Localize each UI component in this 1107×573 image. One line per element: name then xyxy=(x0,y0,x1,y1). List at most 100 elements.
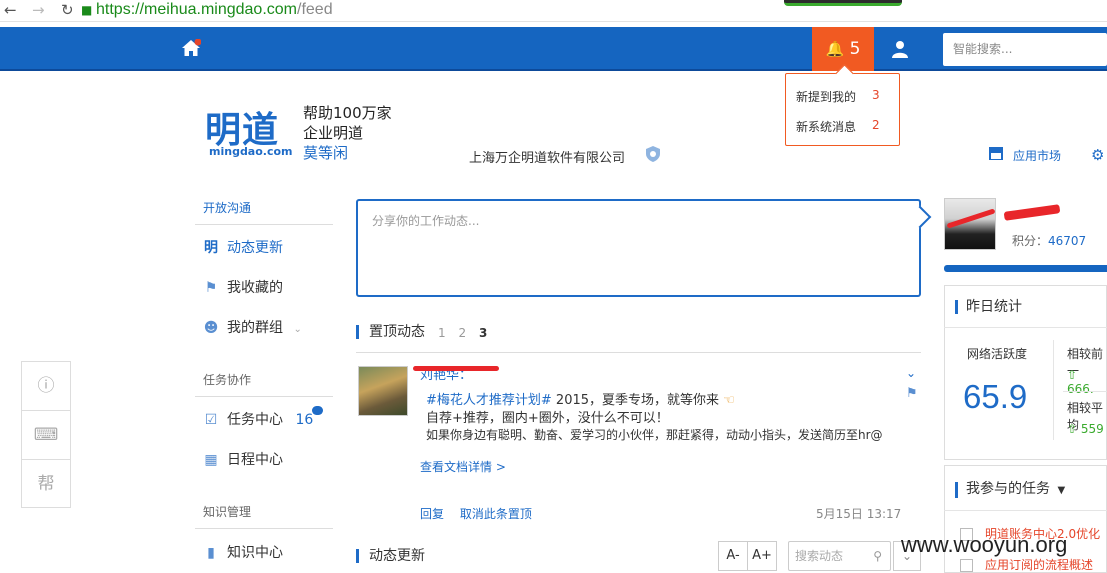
page-link-1[interactable]: 1 xyxy=(438,326,446,340)
notif-mentions-label: 新提到我的 xyxy=(796,90,857,104)
task-checkbox[interactable] xyxy=(960,559,973,572)
watermark-text: www.wooyun.org xyxy=(901,532,1068,557)
address-bar[interactable]: https://meihua.mingdao.com/feed xyxy=(96,0,333,20)
redaction-mark xyxy=(413,366,499,371)
reload-icon[interactable]: ↻ xyxy=(61,1,74,19)
mingdao-logo-subtext: mingdao.com xyxy=(209,145,293,158)
task-count-badge: 16 xyxy=(295,412,314,428)
post-line-1: #梅花人才推荐计划# 2015，夏季专场，就等你来 ☜ xyxy=(426,389,735,408)
left-tool-panel: ⓘ ⌨ 帮 xyxy=(21,361,71,508)
post-timestamp: 5月15日 13:17 xyxy=(816,507,902,521)
profile-score: 积分：46707 xyxy=(1012,232,1086,249)
notif-item-mentions[interactable]: 新提到我的 3 xyxy=(796,88,880,105)
sidebar-divider xyxy=(195,224,333,225)
sidebar-section-tasks: 任务协作 xyxy=(203,373,252,387)
feed-search-placeholder: 搜索动态 xyxy=(795,549,844,563)
notif-system-label: 新系统消息 xyxy=(796,120,857,134)
mingdao-icon: 明 xyxy=(204,240,218,256)
back-arrow-icon[interactable]: ← xyxy=(4,1,17,19)
sidebar-item-knowledge-label: 知识中心 xyxy=(227,545,283,561)
forward-arrow-icon[interactable]: → xyxy=(32,1,45,19)
post-line-2: 自荐+推荐，圈内+圈外，没什么不可以！ xyxy=(426,411,669,426)
book-icon: ▮ xyxy=(207,545,215,561)
keyboard-icon[interactable]: ⌨ xyxy=(22,411,70,460)
stat-divider xyxy=(1053,340,1054,440)
redaction-mark xyxy=(1003,204,1061,221)
bookmark-icon[interactable]: ⚑ xyxy=(906,386,918,401)
sidebar-item-groups-label: 我的群组 xyxy=(227,320,283,336)
card-divider xyxy=(944,327,1107,328)
feed-divider xyxy=(356,352,921,353)
search-icon[interactable]: ⚲ xyxy=(873,542,882,570)
help-button[interactable]: 帮 xyxy=(22,460,70,509)
post-author-avatar[interactable] xyxy=(358,366,408,416)
pinned-section-title: 置顶动态 xyxy=(356,325,425,339)
score-label: 积分： xyxy=(1012,234,1049,248)
user-icon xyxy=(892,40,908,58)
pointing-hand-emoji-icon: ☜ xyxy=(723,393,735,408)
sidebar-divider xyxy=(195,528,333,529)
post-hashtag[interactable]: #梅花人才推荐计划# xyxy=(426,393,552,408)
page-link-2[interactable]: 2 xyxy=(458,326,466,340)
top-nav-bar xyxy=(0,27,1107,71)
unpin-link[interactable]: 取消此条置顶 xyxy=(460,507,532,521)
notif-system-count: 2 xyxy=(872,118,880,132)
post-line-1-text: 2015，夏季专场，就等你来 xyxy=(551,393,720,408)
font-decrease-button[interactable]: A- xyxy=(718,541,748,571)
notifications-count: 5 xyxy=(849,39,861,59)
view-document-link[interactable]: 查看文档详情 > xyxy=(420,458,506,475)
settings-gear-icon[interactable]: ⚙ xyxy=(1091,146,1104,164)
chat-bubble-icon xyxy=(312,406,323,415)
yesterday-stats-title: 昨日统计 xyxy=(955,300,1022,314)
stat-divider xyxy=(1063,391,1107,392)
calendar-icon: ▦ xyxy=(204,452,218,468)
notif-mentions-count: 3 xyxy=(872,88,880,102)
group-icon: ☻ xyxy=(203,320,219,336)
company-name[interactable]: 上海万企明道软件有限公司 xyxy=(469,147,625,166)
task-item[interactable]: 应用订阅的流程概述 xyxy=(960,556,1093,573)
url-host: meihua.mingdao.com xyxy=(144,1,297,18)
sidebar-section-communication: 开放沟通 xyxy=(203,201,252,215)
info-icon[interactable]: ⓘ xyxy=(22,362,70,411)
user-menu-button[interactable] xyxy=(874,27,926,71)
sidebar-item-groups[interactable]: ☻ 我的群组 ⌄ xyxy=(203,317,302,337)
chevron-down-icon[interactable]: ⌄ xyxy=(906,366,916,380)
browser-extension-tab[interactable] xyxy=(784,0,902,6)
pinned-pager: 1 2 3 xyxy=(438,326,496,340)
task-item-label: 应用订阅的流程概述 xyxy=(985,558,1094,572)
sidebar-item-calendar-label: 日程中心 xyxy=(227,452,283,468)
slogan-line-3: 莫等闲 xyxy=(303,144,349,162)
sidebar-item-calendar[interactable]: ▦ 日程中心 xyxy=(203,449,283,469)
slogan-line-2: 企业明道 xyxy=(303,124,364,142)
browser-toolbar: ← → ↻ ■ https://meihua.mingdao.com/feed xyxy=(0,0,1107,22)
sidebar-item-favorites[interactable]: ⚑ 我收藏的 xyxy=(203,277,283,297)
my-tasks-title-label: 我参与的任务 xyxy=(966,481,1050,497)
activity-value: 65.9 xyxy=(963,378,1028,415)
my-tasks-title[interactable]: 我参与的任务 ▼ xyxy=(955,482,1065,498)
caret-down-icon: ▼ xyxy=(1057,485,1066,496)
sidebar-item-knowledge[interactable]: ▮ 知识中心 xyxy=(203,542,283,562)
sidebar-item-feed[interactable]: 明动态更新 xyxy=(203,237,283,257)
app-market-icon xyxy=(989,147,1003,164)
home-icon[interactable] xyxy=(181,38,202,61)
global-search-input[interactable]: 智能搜索... xyxy=(943,33,1107,66)
notif-item-system[interactable]: 新系统消息 2 xyxy=(796,118,880,135)
feed-updates-title: 动态更新 xyxy=(356,549,425,563)
font-increase-button[interactable]: A+ xyxy=(747,541,777,571)
sidebar-section-knowledge: 知识管理 xyxy=(203,505,252,519)
sidebar-item-task-center-label: 任务中心 xyxy=(227,412,283,428)
activity-label: 网络活跃度 xyxy=(967,347,1028,361)
sidebar-item-task-center[interactable]: ☑ 任务中心 16 xyxy=(203,409,314,429)
compare-prev-number: 666. xyxy=(1067,382,1094,396)
card-divider xyxy=(944,510,1107,511)
lock-icon: ■ xyxy=(81,3,93,17)
checkbox-icon: ☑ xyxy=(204,412,218,428)
app-market-link[interactable]: 应用市场 xyxy=(1013,147,1061,164)
share-update-input[interactable]: 分享你的工作动态... xyxy=(356,199,921,297)
page-link-3[interactable]: 3 xyxy=(479,326,487,340)
chevron-down-icon[interactable]: ⌄ xyxy=(293,324,301,335)
reply-link[interactable]: 回复 xyxy=(420,507,444,521)
feed-search-input[interactable]: 搜索动态 ⚲ xyxy=(788,541,891,571)
slogan-line-1: 帮助100万家 xyxy=(303,104,392,122)
compare-avg-value: ⇧ 559 xyxy=(1067,422,1104,436)
